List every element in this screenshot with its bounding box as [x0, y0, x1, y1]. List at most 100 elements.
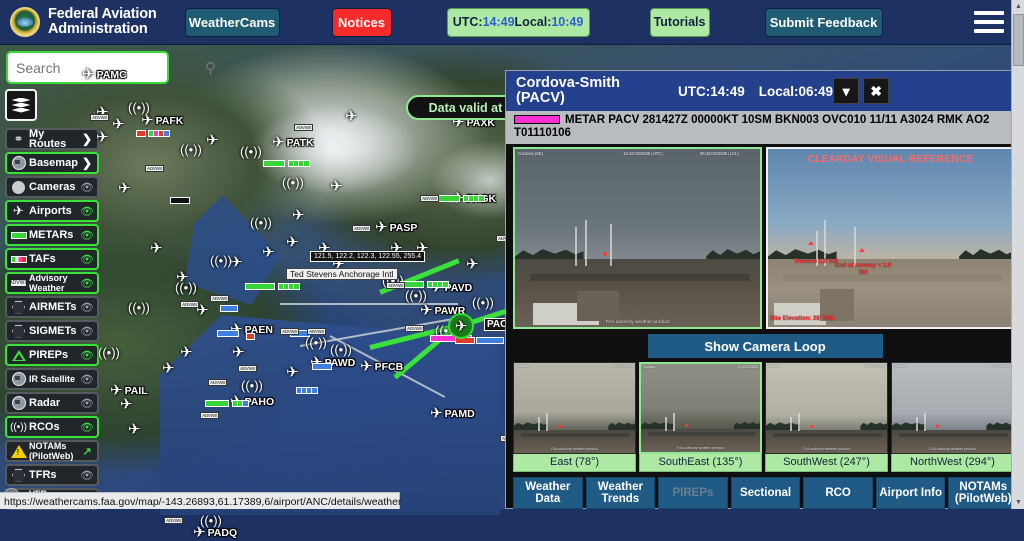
search-icon[interactable]: ⚲: [205, 59, 216, 77]
weathercams-button[interactable]: WeatherCams: [184, 7, 280, 37]
globe-icon: [10, 371, 27, 388]
page-scrollbar[interactable]: ▲ ▼: [1011, 0, 1024, 509]
tab-weather-trends[interactable]: Weather Trends: [585, 477, 656, 509]
rco-antenna-icon: ((•)): [200, 513, 222, 528]
tab-weather-data[interactable]: Weather Data: [513, 477, 583, 509]
submit-feedback-button[interactable]: Submit Feedback: [764, 7, 883, 37]
clock-display[interactable]: UTC: 14:49 Local: 10:49: [446, 7, 590, 37]
layer-eye-off-icon[interactable]: 👁: [80, 325, 94, 338]
advisory-weather-tag: ADVWX: [420, 195, 440, 202]
chevron-down-icon[interactable]: ▾: [833, 78, 860, 104]
metar-bar: [217, 330, 239, 337]
rco-antenna-icon: ((•)): [175, 280, 197, 295]
live-camera-view[interactable]: Cordova (SE) 14:43 02/28/25 (UTC) 06:43 …: [513, 147, 762, 329]
hamburger-icon[interactable]: [974, 11, 1004, 33]
thumbnail-image[interactable]: Cordova 14:43 02/28/25 FAA advisory weathe…: [765, 362, 888, 454]
camera-thumbnail-northwest[interactable]: Cordova 14:43 02/28/25 FAA advisory weathe…: [891, 362, 1014, 472]
airplane-icon: ✈: [420, 302, 433, 319]
layer-eye-on-icon[interactable]: 👁: [80, 421, 94, 434]
tab-notams-pilotweb[interactable]: NOTAMs (PilotWeb): [948, 477, 1019, 509]
notices-button[interactable]: Notices: [331, 7, 392, 37]
airport-marker-pasp[interactable]: ✈ PASP: [375, 220, 417, 235]
layer-item-rcos[interactable]: ((•)) RCOs 👁: [5, 416, 99, 438]
pacv-selected-airport-marker[interactable]: ✈: [448, 313, 474, 339]
layer-item-pireps[interactable]: PIREPs 👁: [5, 344, 99, 366]
search-input[interactable]: [8, 53, 205, 82]
advisory-weather-tag: ADVWX: [280, 328, 300, 335]
airplane-icon: ✈: [232, 344, 245, 361]
advisory-weather-tag: ADVWX: [238, 365, 258, 372]
airplane-icon: ✈: [96, 129, 109, 146]
main-camera-row: Cordova (SE) 14:43 02/28/25 (UTC) 06:43 …: [506, 144, 1024, 329]
layer-item-airmets[interactable]: AIRMETs 👁: [5, 296, 99, 318]
layer-item-airports[interactable]: ✈ Airports 👁: [5, 200, 99, 222]
scroll-down-icon[interactable]: ▼: [1012, 496, 1024, 509]
layer-item-notams-pilotweb[interactable]: NOTAMs (PilotWeb) ↗: [5, 440, 99, 462]
advisory-weather-tag: ADVWX: [307, 328, 327, 335]
layer-eye-on-icon[interactable]: 👁: [80, 277, 94, 290]
layer-eye-off-icon[interactable]: 👁: [80, 373, 94, 386]
layer-external-icon[interactable]: ↗: [80, 445, 94, 458]
scrollbar-thumb[interactable]: [1013, 14, 1024, 66]
advisory-weather-tag: ADVWX: [405, 325, 425, 332]
layer-item-tfrs[interactable]: TFRs 👁: [5, 464, 99, 486]
layer-eye-on-icon[interactable]: 👁: [80, 349, 94, 362]
faa-seal-icon: [10, 7, 40, 37]
layer-item-basemap[interactable]: Basemap ❯: [5, 152, 99, 174]
airport-label: PAIL: [124, 384, 148, 397]
tab-sectional[interactable]: Sectional: [730, 477, 801, 509]
camera-mast: [575, 227, 577, 267]
thumbnail-image[interactable]: Cordova 14:43 02/28/25 FAA advisory weathe…: [891, 362, 1014, 454]
layer-eye-off-icon[interactable]: 👁: [80, 397, 94, 410]
tab-airport-info[interactable]: Airport Info: [875, 477, 946, 509]
camera-thumbnail-east[interactable]: Cordova 14:43 02/28/25 FAA advisory weathe…: [513, 362, 636, 472]
layer-item-cameras[interactable]: Cameras 👁: [5, 176, 99, 198]
thumbnail-image[interactable]: Cordova 14:43 02/28/25 FAA advisory weathe…: [513, 362, 636, 454]
layer-eye-on-icon[interactable]: 👁: [80, 205, 94, 218]
layer-item-sigmets[interactable]: SIGMETs 👁: [5, 320, 99, 342]
layer-item-my-routes[interactable]: ⚭ My Routes ❯: [5, 128, 99, 150]
airplane-icon: ✈: [206, 132, 219, 149]
layer-eye-off-icon[interactable]: 👁: [80, 469, 94, 482]
layer-eye-off-icon[interactable]: 👁: [80, 181, 94, 194]
layer-item-label: TAFs: [29, 252, 56, 265]
map-search[interactable]: ⚲: [6, 51, 216, 84]
airport-marker-pafk[interactable]: ✈ PAFK: [141, 113, 183, 128]
layer-chevron-icon[interactable]: ❯: [80, 156, 94, 170]
scroll-up-icon[interactable]: ▲: [1012, 0, 1024, 13]
clock-local-value: 10:49: [551, 15, 584, 29]
clock-local-prefix: Local:: [514, 15, 552, 29]
thumbnail-image[interactable]: Cordova 14:43 02/28/25 FAA advisory weathe…: [639, 362, 762, 454]
airplane-icon: ✈: [180, 344, 193, 361]
camera-thumbnail-southeast[interactable]: Cordova 14:43 02/28/25 FAA advisory weathe…: [639, 362, 762, 472]
show-camera-loop-button[interactable]: Show Camera Loop: [647, 334, 883, 358]
reference-marker-treeline: [808, 241, 814, 246]
tab-rco[interactable]: RCO: [803, 477, 873, 509]
rco-antenna-icon: ((•)): [128, 300, 150, 315]
layer-item-radar[interactable]: Radar 👁: [5, 392, 99, 414]
layer-item-ir-satellite[interactable]: IR Satellite 👁: [5, 368, 99, 390]
layer-eye-on-icon[interactable]: 👁: [80, 253, 94, 266]
taf-bar: [427, 281, 449, 288]
layer-eye-off-icon[interactable]: 👁: [80, 301, 94, 314]
clearday-visual-reference[interactable]: CLEARDAY VISUAL REFERENCE Treeline 1.0 S…: [766, 147, 1015, 329]
hexagon-icon: [10, 467, 27, 484]
thumbnail-label: SouthWest (247°): [765, 454, 888, 472]
camera-thumbnail-southwest[interactable]: Cordova 14:43 02/28/25 FAA advisory weathe…: [765, 362, 888, 472]
advisory-weather-tag: ADVWX: [180, 301, 200, 308]
layer-item-label: SIGMETs: [29, 324, 77, 337]
layer-item-tafs[interactable]: TAFs 👁: [5, 248, 99, 270]
advisory-weather-tag: ADVWX: [164, 517, 184, 524]
layer-item-advisory-weather[interactable]: ADVWX Advisory Weather 👁: [5, 272, 99, 294]
metar-bar: [220, 305, 238, 312]
tutorials-button[interactable]: Tutorials: [649, 7, 710, 37]
map-route-grey-1: [280, 303, 458, 305]
layer-chevron-icon[interactable]: ❯: [80, 132, 94, 146]
layers-toggle-button[interactable]: [5, 89, 37, 121]
close-x-icon[interactable]: ✖: [863, 78, 890, 104]
taf-bar: [278, 283, 300, 290]
layer-item-metars[interactable]: METARs 👁: [5, 224, 99, 246]
layer-eye-on-icon[interactable]: 👁: [80, 229, 94, 242]
taf-bar: [232, 400, 249, 407]
metar-bar: [312, 363, 332, 370]
